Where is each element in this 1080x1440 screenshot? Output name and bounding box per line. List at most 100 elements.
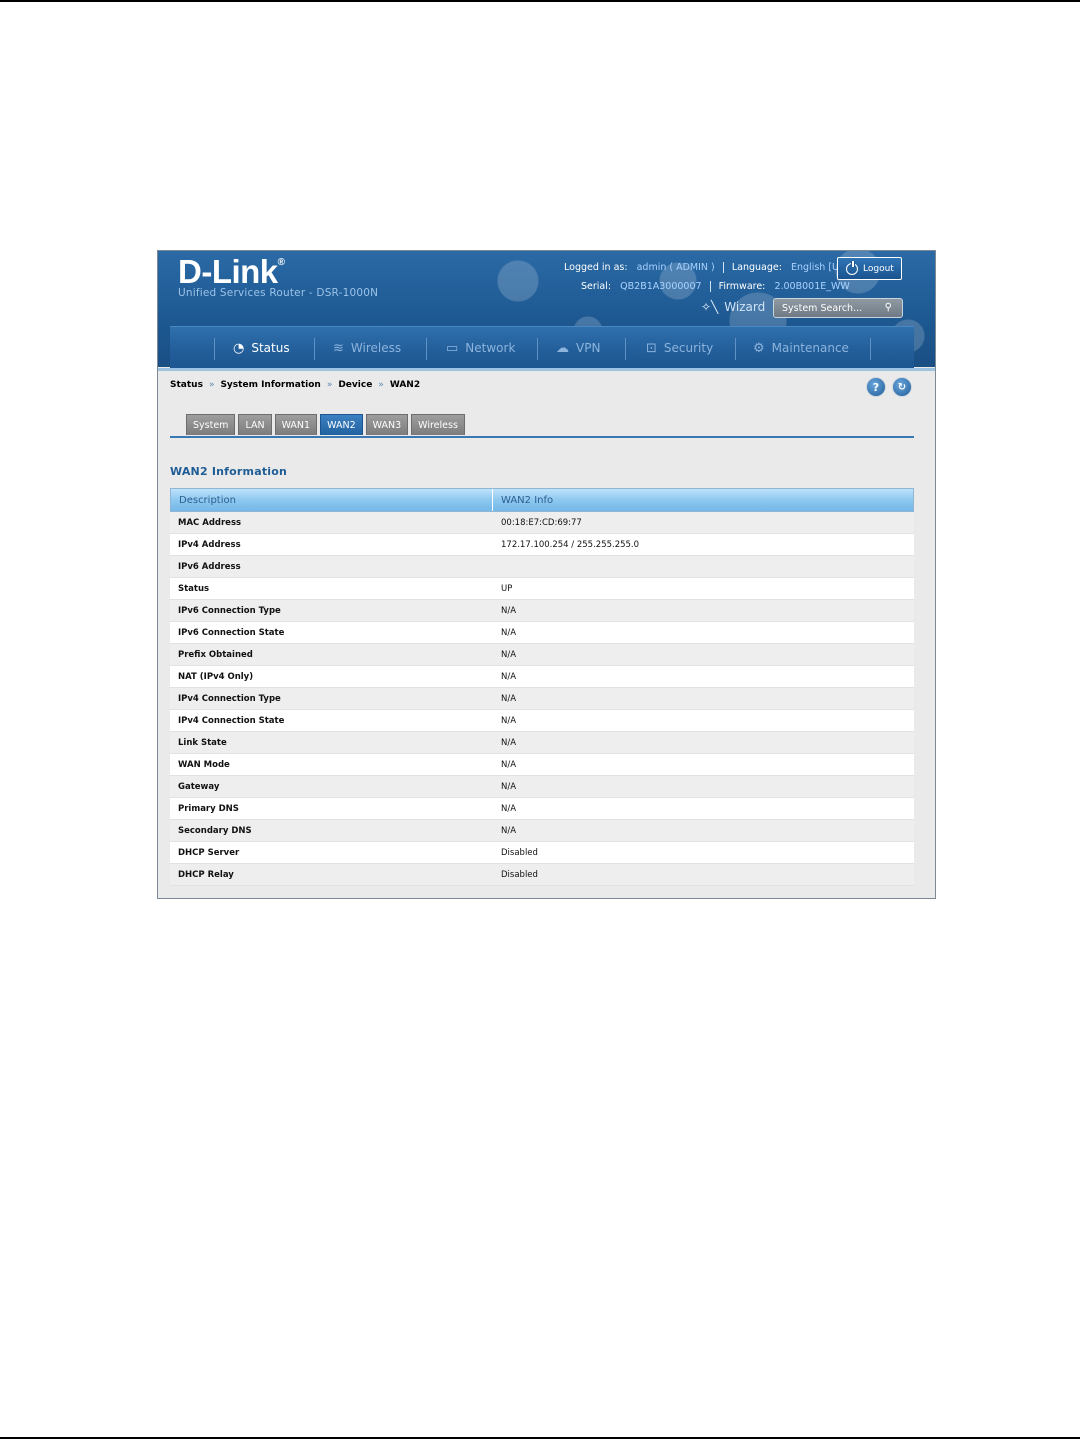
row-description: IPv4 Connection State <box>178 715 285 726</box>
nav-maintenance[interactable]: ⚙ Maintenance <box>753 327 849 369</box>
dlink-logo: D-Link® <box>178 253 285 291</box>
tab-wan1[interactable]: WAN1 <box>274 414 318 435</box>
table-row: MAC Address 00:18:E7:CD:69:77 <box>170 512 914 534</box>
table-header: Description WAN2 Info <box>170 488 914 512</box>
logo-text: D-Link <box>178 253 278 290</box>
nav-divider <box>625 338 626 360</box>
logged-in-label: Logged in as: <box>564 262 628 273</box>
gears-icon: ⚙ <box>753 340 765 356</box>
table-row: WAN Mode N/A <box>170 754 914 776</box>
serial-firmware-line: Serial: QB2B1A3000007 Firmware: 2.00B001… <box>581 281 850 292</box>
row-description: Gateway <box>178 781 220 792</box>
wizard-label: Wizard <box>724 300 766 314</box>
nav-divider <box>870 338 871 360</box>
page-bottom-rule <box>0 1437 1080 1439</box>
help-icon[interactable]: ? <box>866 377 886 397</box>
row-value: N/A <box>501 693 517 704</box>
refresh-icon[interactable]: ↻ <box>892 377 912 397</box>
registered-mark: ® <box>277 257 285 268</box>
breadcrumb-separator: » <box>208 380 215 390</box>
search-icon[interactable]: ⚲ <box>885 302 892 313</box>
wizard-link[interactable]: ✧╲ Wizard <box>701 300 765 314</box>
row-description: IPv6 Connection Type <box>178 605 281 616</box>
nav-security[interactable]: ⊡ Security <box>646 327 713 369</box>
row-value: N/A <box>501 671 517 682</box>
row-value: N/A <box>501 649 517 660</box>
nav-divider <box>426 338 427 360</box>
nav-divider <box>735 338 736 360</box>
divider <box>709 281 711 292</box>
tab-wan3[interactable]: WAN3 <box>365 414 409 435</box>
breadcrumb-device[interactable]: Device <box>338 380 372 390</box>
search-placeholder: System Search... <box>782 302 863 314</box>
main-nav: ◔ Status ≋ Wireless ▭ Network ☁ VPN ⊡ Se… <box>170 326 914 368</box>
table-row: IPv6 Address <box>170 556 914 578</box>
nav-vpn[interactable]: ☁ VPN <box>556 327 600 369</box>
cloud-lock-icon: ☁ <box>556 340 569 356</box>
row-description: WAN Mode <box>178 759 230 770</box>
table-row: IPv6 Connection Type N/A <box>170 600 914 622</box>
row-value: N/A <box>501 737 517 748</box>
breadcrumb-status[interactable]: Status <box>170 380 203 390</box>
table-row: Gateway N/A <box>170 776 914 798</box>
table-row: Secondary DNS N/A <box>170 820 914 842</box>
table-row: Link State N/A <box>170 732 914 754</box>
column-header-wan2-info: WAN2 Info <box>501 494 554 506</box>
wan2-info-table: Description WAN2 Info MAC Address 00:18:E… <box>170 488 914 886</box>
row-value <box>492 556 501 577</box>
tab-underline <box>170 436 914 438</box>
column-header-description: Description <box>171 489 493 511</box>
product-subtitle: Unified Services Router - DSR-1000N <box>178 287 379 299</box>
table-row: IPv4 Connection State N/A <box>170 710 914 732</box>
serial-value: QB2B1A3000007 <box>620 281 702 292</box>
nav-network[interactable]: ▭ Network <box>446 327 515 369</box>
row-value: N/A <box>501 715 517 726</box>
nav-status-label: Status <box>251 341 290 355</box>
row-description: Secondary DNS <box>178 825 252 836</box>
nav-wireless-label: Wireless <box>350 341 402 355</box>
nav-status[interactable]: ◔ Status <box>233 327 290 369</box>
table-body: MAC Address 00:18:E7:CD:69:77 IPv4 Address… <box>170 512 914 886</box>
logout-button[interactable]: Logout <box>837 257 902 280</box>
table-row: DHCP Relay Disabled <box>170 864 914 886</box>
row-description: IPv6 Connection State <box>178 627 285 638</box>
device-tabs: System LAN WAN1 WAN2 WAN3 Wireless <box>186 414 465 435</box>
row-description: IPv4 Connection Type <box>178 693 281 704</box>
nav-wireless[interactable]: ≋ Wireless <box>333 327 401 369</box>
gauge-icon: ◔ <box>233 340 245 356</box>
row-description: Prefix Obtained <box>178 649 253 660</box>
row-value: N/A <box>501 803 517 814</box>
row-value: UP <box>501 583 513 594</box>
row-value: N/A <box>501 781 517 792</box>
tab-wan2[interactable]: WAN2 <box>320 414 363 435</box>
firmware-label: Firmware: <box>718 281 766 292</box>
nav-network-label: Network <box>465 341 516 355</box>
magic-wand-icon: ✧╲ <box>701 300 719 314</box>
row-value: 172.17.100.254 / 255.255.255.0 <box>501 539 640 550</box>
breadcrumb-separator: » <box>326 380 333 390</box>
nav-maintenance-label: Maintenance <box>771 341 849 355</box>
nav-security-label: Security <box>663 341 714 355</box>
nav-divider <box>214 338 215 360</box>
monitor-icon: ▭ <box>446 340 459 356</box>
wifi-icon: ≋ <box>333 340 344 356</box>
tab-lan[interactable]: LAN <box>238 414 272 435</box>
logout-label: Logout <box>863 263 894 274</box>
table-row: Status UP <box>170 578 914 600</box>
breadcrumb-system-information[interactable]: System Information <box>220 380 320 390</box>
breadcrumb-separator: » <box>378 380 384 390</box>
table-row: DHCP Server Disabled <box>170 842 914 864</box>
lock-icon: ⊡ <box>646 340 657 356</box>
row-value: N/A <box>501 605 517 616</box>
row-value: N/A <box>501 825 517 836</box>
table-row: IPv4 Address 172.17.100.254 / 255.255.255… <box>170 534 914 556</box>
login-language-line: Logged in as: admin ( ADMIN ) Language: … <box>564 262 849 273</box>
language-label: Language: <box>731 262 782 273</box>
tab-system[interactable]: System <box>186 414 236 435</box>
power-icon <box>846 260 858 275</box>
system-search-input[interactable]: System Search... ⚲ <box>773 298 903 318</box>
row-description: Primary DNS <box>178 803 239 814</box>
tab-wireless[interactable]: Wireless <box>411 414 465 435</box>
nav-divider <box>314 338 315 360</box>
table-row: IPv6 Connection State N/A <box>170 622 914 644</box>
